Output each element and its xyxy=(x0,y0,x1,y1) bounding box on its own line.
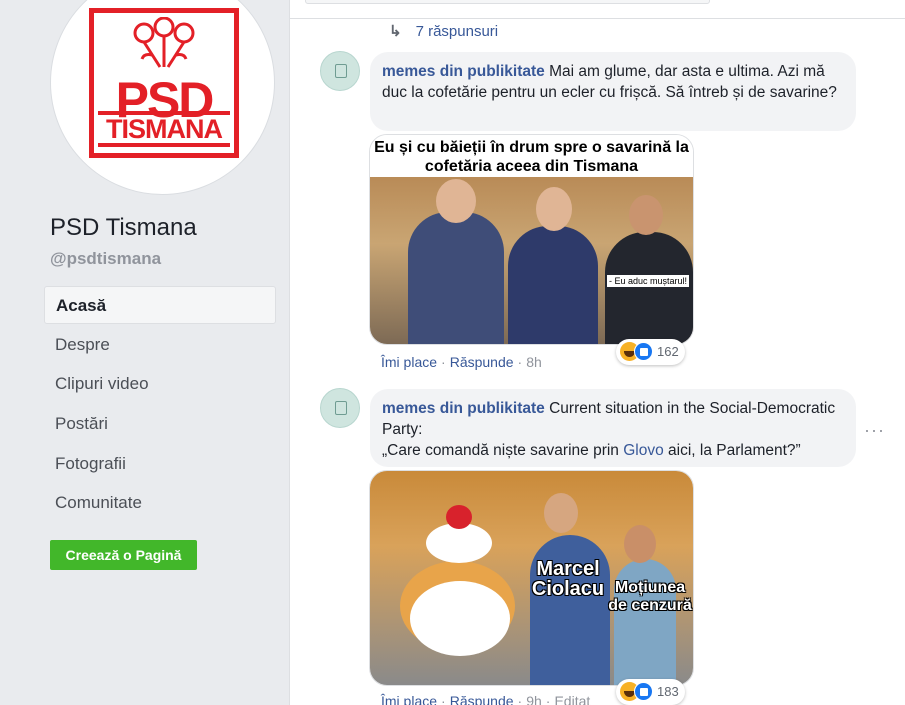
comment-image[interactable]: Marcel Ciolacu Moțiunea de cenzură xyxy=(369,470,694,686)
meme-label-motiune: Moțiunea de cenzură xyxy=(608,579,692,614)
comment-time[interactable]: 8h xyxy=(526,354,542,370)
create-page-button[interactable]: Creează o Pagină xyxy=(50,540,197,570)
nav-item-home[interactable]: Acasă xyxy=(44,286,276,324)
roses-icon xyxy=(133,17,195,68)
like-link[interactable]: Îmi place xyxy=(381,693,437,705)
meme-photo: - Eu aduc muștarul! xyxy=(370,177,693,344)
meme-label-ciolacu: Marcel Ciolacu xyxy=(531,558,605,600)
comment-actions: Îmi place · Răspunde · 8h xyxy=(381,354,542,370)
whipped-cream xyxy=(410,581,510,656)
comment-text-quote: „Care comandă niște savarine prin xyxy=(382,442,619,459)
glovo-link[interactable]: Glovo xyxy=(623,442,664,459)
person-head xyxy=(436,179,476,223)
nav-item-community[interactable]: Comunitate xyxy=(44,484,276,522)
reactions-badge[interactable]: 183 xyxy=(616,679,685,705)
page-avatar[interactable]: PSD TISMANA xyxy=(50,0,275,195)
comment-text-end: aici, la Parlament?” xyxy=(668,442,801,459)
meme-caption: - Eu aduc muștarul! xyxy=(606,275,689,287)
person-figure xyxy=(508,226,598,344)
page-title[interactable]: PSD Tismana xyxy=(50,214,197,242)
commenter-avatar[interactable] xyxy=(320,51,360,91)
page-nav: Acasă Despre Clipuri video Postări Fotog… xyxy=(44,286,276,524)
commenter-avatar[interactable] xyxy=(320,388,360,428)
person-head xyxy=(536,187,572,231)
divider xyxy=(290,18,905,19)
comment-author[interactable]: memes din publikitate xyxy=(382,63,545,80)
reaction-count: 162 xyxy=(657,344,679,359)
page-handle[interactable]: @psdtismana xyxy=(50,249,161,269)
person-head xyxy=(544,493,578,533)
person-head xyxy=(629,195,663,235)
like-link[interactable]: Îmi place xyxy=(381,354,437,370)
cherry xyxy=(446,505,472,529)
reply-link[interactable]: Răspunde xyxy=(450,354,514,370)
person-figure xyxy=(614,559,676,685)
top-bar xyxy=(305,0,710,4)
replies-count-label: 7 răspunsuri xyxy=(415,23,499,40)
person-figure xyxy=(408,212,504,344)
like-icon xyxy=(634,682,653,701)
nav-item-photos[interactable]: Fotografii xyxy=(44,445,276,483)
comments-panel: ↳ 7 răspunsuri memes din publikitate Mai … xyxy=(290,0,905,705)
nav-item-posts[interactable]: Postări xyxy=(44,405,276,443)
logo-text-tismana: TISMANA xyxy=(98,111,230,147)
like-icon xyxy=(634,342,653,361)
comment-bubble: memes din publikitate Current situation … xyxy=(370,389,856,467)
whipped-cream xyxy=(426,523,492,563)
reaction-count: 183 xyxy=(657,684,679,699)
reply-link[interactable]: Răspunde xyxy=(450,693,514,705)
nav-item-about[interactable]: Despre xyxy=(44,326,276,364)
reply-arrow-icon: ↳ xyxy=(389,23,402,40)
meme-title: Eu și cu băieții în drum spre o savarină… xyxy=(370,135,693,177)
person-head xyxy=(624,525,656,563)
comment-bubble: memes din publikitate Mai am glume, dar … xyxy=(370,52,856,131)
comment-actions: Îmi place · Răspunde · 9h · Editat xyxy=(381,693,590,705)
person-figure xyxy=(605,232,693,344)
more-options-icon[interactable]: ··· xyxy=(864,420,885,441)
psd-logo: PSD TISMANA xyxy=(89,8,239,158)
reactions-badge[interactable]: 162 xyxy=(616,339,685,365)
page-sidebar: PSD TISMANA PSD Tismana @psdtismana Acas… xyxy=(0,0,290,705)
edited-label[interactable]: Editat xyxy=(554,693,590,705)
comment-image[interactable]: Eu și cu băieții în drum spre o savarină… xyxy=(369,134,694,345)
comment-time[interactable]: 9h xyxy=(526,693,542,705)
nav-item-videos[interactable]: Clipuri video xyxy=(44,365,276,403)
view-replies-link[interactable]: ↳ 7 răspunsuri xyxy=(389,22,498,40)
meme-photo: Marcel Ciolacu Moțiunea de cenzură xyxy=(370,471,693,685)
comment-author[interactable]: memes din publikitate xyxy=(382,400,545,417)
